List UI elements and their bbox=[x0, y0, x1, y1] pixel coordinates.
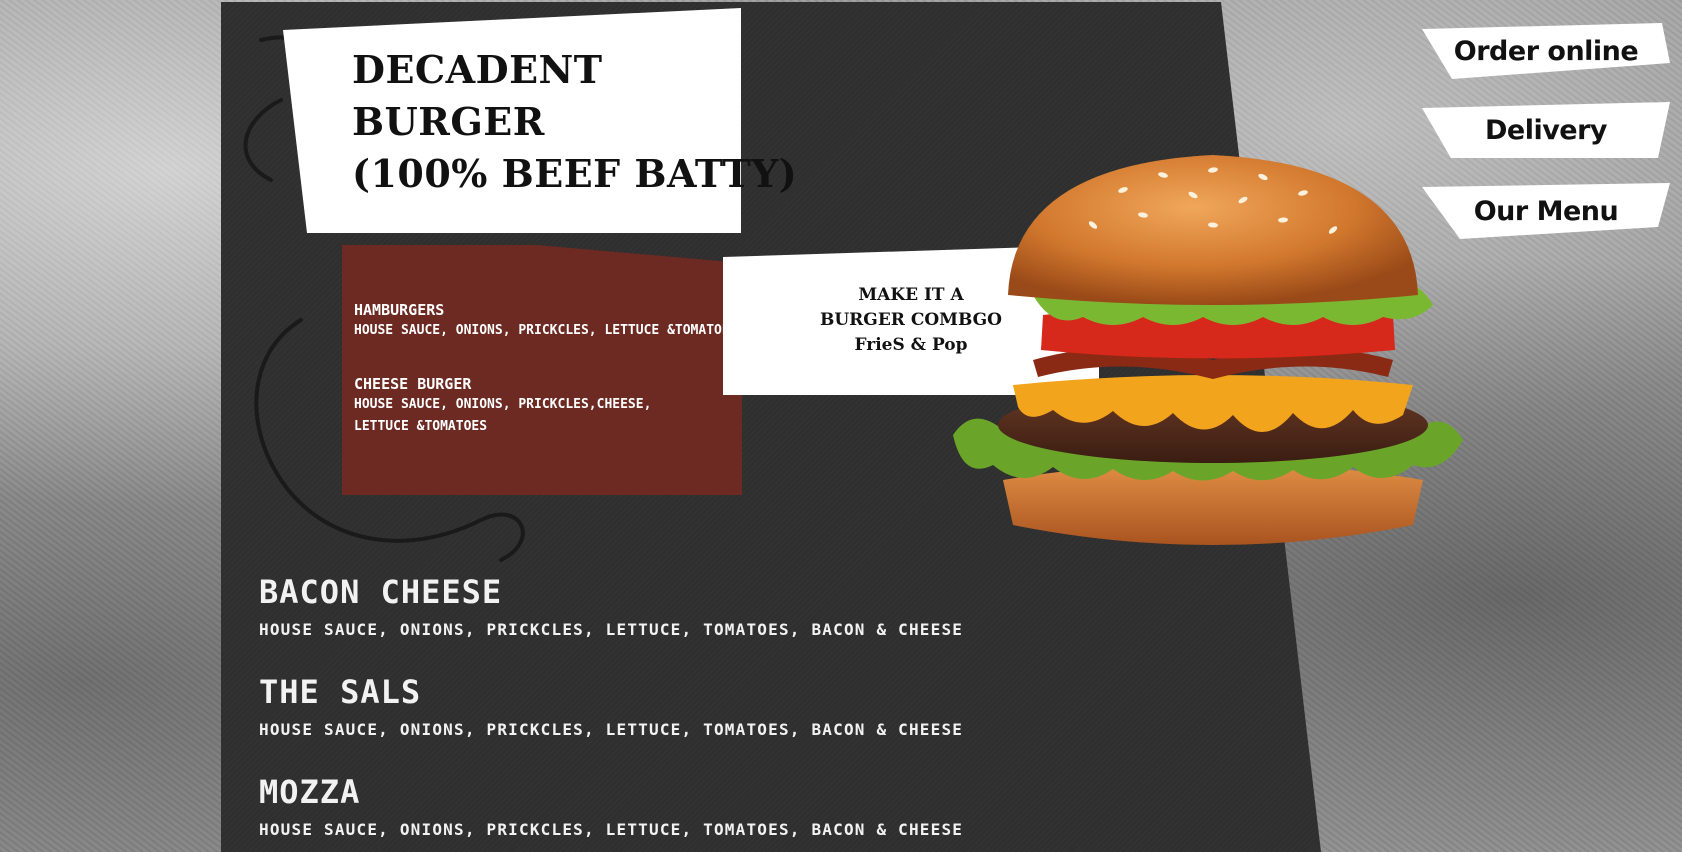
menu-item-hamburgers: HAMBURGERS HOUSE SAUCE, ONIONS, PRICKCLE… bbox=[354, 300, 754, 342]
burger-image bbox=[953, 155, 1463, 545]
our-menu-label: Our Menu bbox=[1473, 195, 1619, 227]
delivery-button[interactable]: Delivery bbox=[1422, 102, 1670, 158]
menu-item-desc: HOUSE SAUCE, ONIONS, PRICKCLES,CHEESE, L… bbox=[354, 397, 652, 434]
hero-title: DECADENT BURGER (100% BEEF BATTY) bbox=[352, 44, 797, 200]
featured-item-desc: HOUSE SAUCE, ONIONS, PRICKCLES, LETTUCE,… bbox=[259, 620, 964, 639]
menu-item-name: CHEESE BURGER bbox=[354, 375, 472, 393]
hero-title-line: BURGER bbox=[352, 99, 545, 144]
order-online-button[interactable]: Order online bbox=[1422, 23, 1670, 79]
menu-item-desc: HOUSE SAUCE, ONIONS, PRICKCLES, LETTUCE … bbox=[354, 323, 738, 338]
featured-item-name: MOZZA bbox=[259, 773, 361, 811]
featured-item-name: THE SALS bbox=[259, 673, 422, 711]
featured-item-desc: HOUSE SAUCE, ONIONS, PRICKCLES, LETTUCE,… bbox=[259, 820, 964, 839]
delivery-label: Delivery bbox=[1484, 114, 1608, 146]
featured-item-desc: HOUSE SAUCE, ONIONS, PRICKCLES, LETTUCE,… bbox=[259, 720, 964, 739]
our-menu-button[interactable]: Our Menu bbox=[1422, 183, 1670, 239]
featured-item-the-sals: THE SALS HOUSE SAUCE, ONIONS, PRICKCLES,… bbox=[259, 672, 963, 744]
menu-card bbox=[342, 245, 742, 495]
featured-item-mozza: MOZZA HOUSE SAUCE, ONIONS, PRICKCLES, LE… bbox=[259, 772, 963, 844]
hero-title-line: DECADENT bbox=[352, 47, 603, 92]
order-online-label: Order online bbox=[1453, 35, 1639, 67]
featured-item-name: BACON CHEESE bbox=[259, 573, 503, 611]
featured-item-bacon-cheese: BACON CHEESE HOUSE SAUCE, ONIONS, PRICKC… bbox=[259, 572, 963, 644]
menu-item-name: HAMBURGERS bbox=[354, 301, 445, 319]
menu-item-cheese-burger: CHEESE BURGER HOUSE SAUCE, ONIONS, PRICK… bbox=[354, 374, 714, 438]
hero-title-line: (100% BEEF BATTY) bbox=[352, 151, 798, 196]
